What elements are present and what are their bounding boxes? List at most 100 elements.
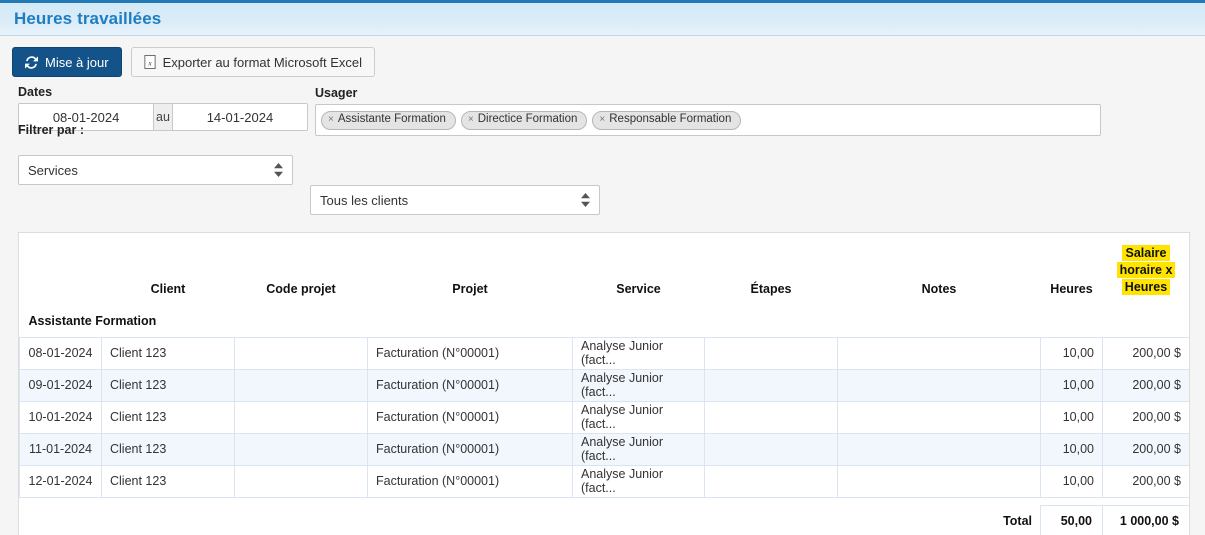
table-header: Client Code projet Projet Service Étapes… xyxy=(20,233,1190,306)
update-button-label: Mise à jour xyxy=(45,54,109,70)
cell-etapes xyxy=(704,464,838,498)
cell-projet[interactable]: Facturation (N°00001) xyxy=(367,432,573,466)
dates-label: Dates xyxy=(18,85,53,99)
cell-heures: 10,00 xyxy=(1040,400,1103,434)
col-header-etapes: Étapes xyxy=(750,281,792,296)
usager-tag-input[interactable]: × Assistante Formation × Directice Forma… xyxy=(315,104,1101,136)
remove-tag-icon[interactable]: × xyxy=(468,115,474,125)
cell-date[interactable]: 12-01-2024 xyxy=(19,464,102,498)
group-header-row: Assistante Formation xyxy=(20,306,1190,338)
col-header-notes: Notes xyxy=(921,281,957,296)
cell-heures: 10,00 xyxy=(1040,432,1103,466)
table-row[interactable]: 10-01-2024 Client 123 Facturation (N°000… xyxy=(19,400,1189,434)
chevron-updown-icon xyxy=(580,192,591,208)
table-body: Assistante Formation 08-01-2024 Client 1… xyxy=(19,306,1190,535)
usager-tag-label: Responsable Formation xyxy=(609,113,732,126)
usager-label: Usager xyxy=(315,86,358,100)
refresh-icon xyxy=(25,55,38,69)
cell-code-projet xyxy=(234,464,368,498)
toolbar: Mise à jour x Exporter au format Microso… xyxy=(0,36,1205,77)
cell-client[interactable]: Client 123 xyxy=(101,464,235,498)
date-separator-label: au xyxy=(153,104,173,130)
table-row[interactable]: 08-01-2024 Client 123 Facturation (N°000… xyxy=(19,336,1189,370)
table-header-row: Client Code projet Projet Service Étapes… xyxy=(20,233,1190,306)
usager-tag-label: Directice Formation xyxy=(477,113,578,126)
usager-tag[interactable]: × Assistante Formation xyxy=(321,110,456,130)
services-select[interactable]: Services xyxy=(18,155,293,185)
cell-date[interactable]: 08-01-2024 xyxy=(19,336,102,370)
export-excel-button[interactable]: x Exporter au format Microsoft Excel xyxy=(130,47,375,77)
services-select-value: Services xyxy=(28,162,78,178)
cell-projet[interactable]: Facturation (N°00001) xyxy=(367,464,573,498)
cell-service: Analyse Junior (fact... xyxy=(572,400,705,434)
cell-etapes xyxy=(704,368,838,402)
spacer-row xyxy=(20,497,1190,505)
export-excel-button-label: Exporter au format Microsoft Excel xyxy=(162,54,362,70)
cell-code-projet xyxy=(234,368,368,402)
cell-date[interactable]: 11-01-2024 xyxy=(19,432,102,466)
cell-salaire: 200,00 $ xyxy=(1102,432,1189,466)
cell-salaire: 200,00 $ xyxy=(1102,336,1189,370)
cell-etapes xyxy=(704,336,838,370)
total-label: Total xyxy=(1003,513,1032,528)
cell-notes xyxy=(837,464,1041,498)
cell-heures: 10,00 xyxy=(1040,464,1103,498)
hours-table: Client Code projet Projet Service Étapes… xyxy=(19,233,1190,535)
cell-client[interactable]: Client 123 xyxy=(101,432,235,466)
page-header: Heures travaillées xyxy=(0,0,1205,36)
cell-service: Analyse Junior (fact... xyxy=(572,464,705,498)
cell-service: Analyse Junior (fact... xyxy=(572,432,705,466)
cell-code-projet xyxy=(234,336,368,370)
remove-tag-icon[interactable]: × xyxy=(328,115,334,125)
cell-heures: 10,00 xyxy=(1040,336,1103,370)
cell-client[interactable]: Client 123 xyxy=(101,336,235,370)
excel-file-icon: x xyxy=(143,55,156,69)
usager-tag-label: Assistante Formation xyxy=(337,113,446,126)
cell-code-projet xyxy=(234,400,368,434)
cell-notes xyxy=(837,400,1041,434)
cell-code-projet xyxy=(234,432,368,466)
usager-tag[interactable]: × Directice Formation xyxy=(460,110,588,130)
col-header-date xyxy=(20,233,102,306)
col-header-client: Client xyxy=(150,281,186,296)
table-row[interactable]: 09-01-2024 Client 123 Facturation (N°000… xyxy=(19,368,1189,402)
clients-select[interactable]: Tous les clients xyxy=(310,185,600,215)
cell-etapes xyxy=(704,400,838,434)
date-to-input[interactable] xyxy=(172,104,307,130)
cell-salaire: 200,00 $ xyxy=(1102,400,1189,434)
results-panel: Client Code projet Projet Service Étapes… xyxy=(18,232,1190,535)
remove-tag-icon[interactable]: × xyxy=(599,115,605,125)
cell-date[interactable]: 09-01-2024 xyxy=(19,368,102,402)
table-row[interactable]: 12-01-2024 Client 123 Facturation (N°000… xyxy=(19,464,1189,498)
total-heures: 50,00 xyxy=(1040,504,1103,535)
col-header-code-projet: Code projet xyxy=(266,281,336,296)
cell-projet[interactable]: Facturation (N°00001) xyxy=(367,336,573,370)
chevron-updown-icon xyxy=(273,162,284,178)
filtrer-par-label: Filtrer par : xyxy=(18,123,84,137)
page-title: Heures travaillées xyxy=(14,9,162,28)
cell-projet[interactable]: Facturation (N°00001) xyxy=(367,400,573,434)
cell-service: Analyse Junior (fact... xyxy=(572,336,705,370)
col-header-service: Service xyxy=(616,281,661,296)
filters-area: Dates au Usager × Assistante Formation ×… xyxy=(0,77,1205,215)
cell-notes xyxy=(837,336,1041,370)
cell-client[interactable]: Client 123 xyxy=(101,400,235,434)
cell-service: Analyse Junior (fact... xyxy=(572,368,705,402)
cell-etapes xyxy=(704,432,838,466)
cell-date[interactable]: 10-01-2024 xyxy=(19,400,102,434)
total-row: Total 50,00 1 000,00 $ xyxy=(20,504,1189,535)
usager-filter-group: Usager × Assistante Formation × Directic… xyxy=(315,86,1101,136)
usager-tag[interactable]: × Responsable Formation xyxy=(592,110,742,130)
cell-heures: 10,00 xyxy=(1040,368,1103,402)
table-row[interactable]: 11-01-2024 Client 123 Facturation (N°000… xyxy=(19,432,1189,466)
cell-notes xyxy=(837,432,1041,466)
col-header-projet: Projet xyxy=(452,281,488,296)
col-header-salaire-horaire-x-heures: Salaire horaire x Heures xyxy=(1103,233,1190,306)
group-label: Assistante Formation xyxy=(28,313,157,328)
svg-text:x: x xyxy=(147,58,152,67)
clients-select-value: Tous les clients xyxy=(320,192,409,208)
cell-salaire: 200,00 $ xyxy=(1102,368,1189,402)
cell-projet[interactable]: Facturation (N°00001) xyxy=(367,368,573,402)
cell-client[interactable]: Client 123 xyxy=(101,368,235,402)
update-button[interactable]: Mise à jour xyxy=(12,47,122,77)
